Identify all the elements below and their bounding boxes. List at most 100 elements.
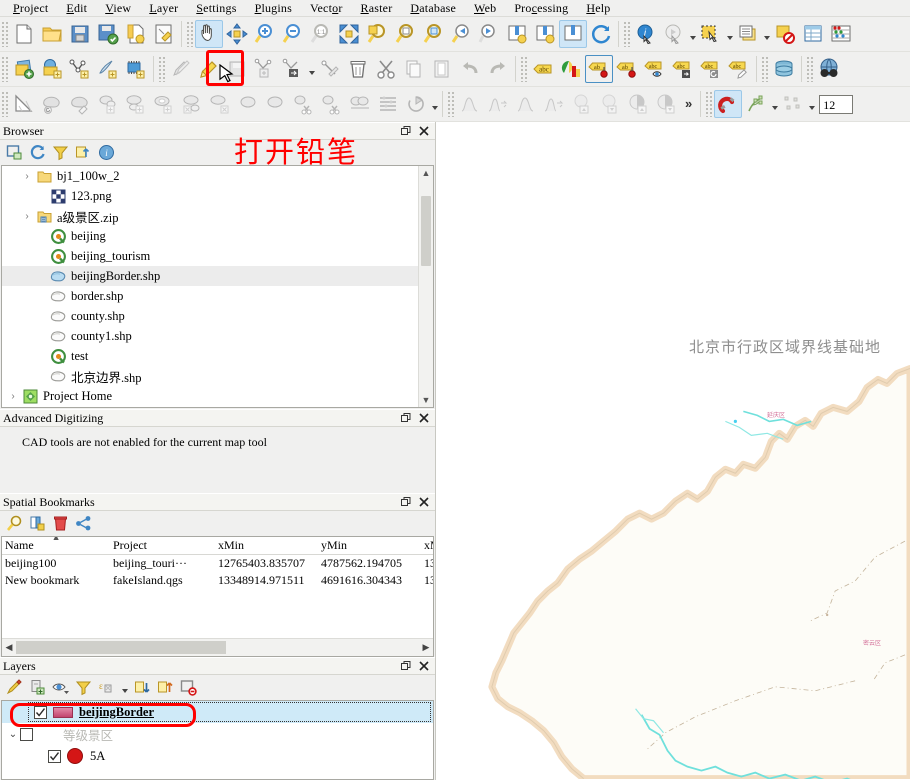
bookmarks-col-ymin[interactable]: yMin [318,537,421,555]
pan-map-button[interactable] [195,20,223,48]
rotate-point-symbols-button[interactable] [402,90,430,118]
browser-vertical-scrollbar[interactable]: ▲ ▼ [418,166,433,407]
delete-selected-button[interactable] [344,55,372,83]
rotate-feature-button[interactable] [66,90,94,118]
menu-item-processing[interactable]: Processing [505,1,577,16]
browser-item[interactable]: county.shp [2,306,433,326]
enable-advanced-digitizing-button[interactable] [10,90,38,118]
show-hide-labels-button[interactable]: abc [641,55,669,83]
advanced-digitizing-float-button[interactable] [400,413,411,424]
toolbar-grip[interactable] [705,91,713,117]
data-defined-override-button[interactable] [557,55,585,83]
toolbar-grip[interactable] [1,56,8,82]
bookmarks-table-wrapper[interactable]: Name ▲ Project xMin yMin xMax beijing100… [1,536,434,657]
simplify-feature-button[interactable] [94,90,122,118]
offset-curve-button[interactable] [290,90,318,118]
add-ring-button[interactable] [122,90,150,118]
toolbar-grip[interactable] [623,21,630,47]
toolbar-grip[interactable] [447,91,454,117]
zoom-to-selection-button[interactable] [363,20,391,48]
expand-arrow-icon[interactable]: › [6,391,20,402]
bookmarks-col-xmax[interactable]: xMax [421,537,433,555]
chevron-down-icon[interactable] [770,90,779,118]
change-label-button[interactable]: abc [725,55,753,83]
menu-item-web[interactable]: Web [465,1,505,16]
properties-widget-icon[interactable]: i [97,143,116,162]
browser-item[interactable]: test [2,346,433,366]
bookmarks-scroll-thumb[interactable] [16,641,226,654]
zoom-to-bookmark-icon[interactable] [5,514,24,533]
scroll-up-icon[interactable]: ▲ [419,166,433,180]
hillshade-transfer-button[interactable] [540,90,568,118]
layer-labeling-options-button[interactable]: abc [529,55,557,83]
browser-item[interactable]: beijingBorder.shp [2,266,433,286]
filter-legend-by-expression-icon[interactable]: ε [97,678,116,697]
browser-tree[interactable]: › bj1_100w_2 123.png › a级景区.zip beijing beijin… [1,165,434,408]
menu-item-vector[interactable]: Vector [301,1,352,16]
save-project-as-button[interactable] [94,20,122,48]
pin-unpin-labels-button[interactable]: ab [613,55,641,83]
histogram-transfer-button[interactable] [484,90,512,118]
undo-button[interactable] [456,55,484,83]
add-vector-layer-button[interactable] [38,55,66,83]
raster-align-down-button[interactable] [596,90,624,118]
layer-visibility-checkbox[interactable] [34,705,47,719]
zoom-out-button[interactable] [279,20,307,48]
hillshade-button[interactable] [512,90,540,118]
run-feature-action-button[interactable] [660,20,688,48]
snapping-tolerance-input[interactable]: 12 [819,94,854,114]
bookmarks-close-button[interactable] [418,497,429,508]
filter-browser-icon[interactable] [51,143,70,162]
metasearch-button[interactable] [815,55,843,83]
manage-map-themes-icon[interactable] [51,678,70,697]
bookmarks-scroll-track[interactable] [16,641,419,654]
advanced-digitizing-close-button[interactable] [418,413,429,424]
chevron-down-icon[interactable] [430,90,439,118]
snapping-options-button[interactable] [742,90,770,118]
chevron-down-icon[interactable] [120,678,129,697]
table-row[interactable]: beijing100 beijing_touri··· 12765403.83570… [2,555,433,573]
select-features-button[interactable] [697,20,725,48]
new-map-view-active-button[interactable] [559,20,587,48]
browser-item[interactable]: beijing [2,226,433,246]
new-map-view-button[interactable] [503,20,531,48]
add-polygon-feature-button[interactable] [251,55,279,83]
toolbar-grip[interactable] [761,56,768,82]
toolbar-grip[interactable] [1,91,8,117]
scroll-left-icon[interactable]: ◀ [2,642,16,653]
reshape-features-button[interactable] [262,90,290,118]
refresh-browser-icon[interactable] [28,143,47,162]
layer-item[interactable]: 5A [2,745,433,767]
pan-to-selection-button[interactable] [223,20,251,48]
browser-float-button[interactable] [400,126,411,137]
identify-features-button[interactable]: i [632,20,660,48]
rotate-label-button[interactable]: abc [697,55,725,83]
current-edits-button[interactable] [167,55,195,83]
new-3d-map-view-button[interactable] [531,20,559,48]
zoom-next-button[interactable] [475,20,503,48]
browser-item[interactable]: beijing_tourism [2,246,433,266]
add-part-button[interactable] [150,90,178,118]
zoom-native-button[interactable]: 1:1 [307,20,335,48]
layer-styling-panel-icon[interactable] [5,678,24,697]
enable-snapping-button[interactable] [714,90,743,118]
raster-align-up-button[interactable] [568,90,596,118]
menu-item-settings[interactable]: Settings [187,1,245,16]
new-print-layout-button[interactable] [122,20,150,48]
add-virtual-layer-button[interactable] [94,55,122,83]
redo-button[interactable] [484,55,512,83]
browser-item[interactable]: › Project Home [2,386,433,406]
menu-item-project[interactable]: Project [4,1,57,16]
menu-item-raster[interactable]: Raster [352,1,402,16]
map-canvas[interactable]: 北京市行政区域界线基础地 延庆区 密云区 [436,122,910,780]
browser-item[interactable]: 123.png [2,186,433,206]
layers-float-button[interactable] [400,661,411,672]
field-calculator-button[interactable] [827,20,855,48]
delete-bookmark-icon[interactable] [51,514,70,533]
chevron-down-icon[interactable] [688,20,697,48]
bookmarks-horizontal-scrollbar[interactable]: ◀ ▶ [2,638,433,656]
remove-layer-icon[interactable] [179,678,198,697]
browser-close-button[interactable] [418,126,429,137]
menu-item-database[interactable]: Database [401,1,465,16]
chevron-down-icon[interactable] [725,20,734,48]
